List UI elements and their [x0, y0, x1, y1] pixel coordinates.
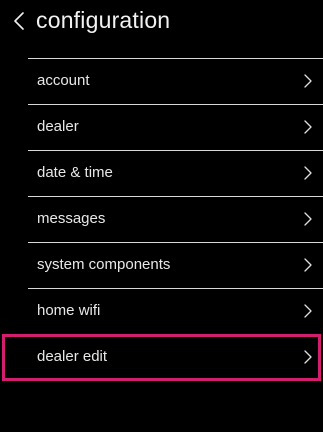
menu-item-label: home wifi: [37, 302, 101, 319]
menu-item-messages[interactable]: messages: [0, 196, 323, 242]
menu-item-date-time[interactable]: date & time: [0, 150, 323, 196]
menu-item-account[interactable]: account: [0, 58, 323, 104]
chevron-right-icon: [303, 211, 313, 227]
menu-item-label: messages: [37, 210, 106, 227]
menu-item-label: system components: [37, 256, 171, 273]
menu-item-label: dealer: [37, 118, 79, 135]
menu-item-label: date & time: [37, 164, 113, 181]
menu-item-dealer-edit[interactable]: dealer edit: [0, 334, 323, 381]
chevron-right-icon: [303, 349, 313, 365]
menu-item-label: dealer edit: [37, 348, 108, 365]
chevron-right-icon: [303, 165, 313, 181]
chevron-right-icon: [303, 73, 313, 89]
menu-item-label: account: [37, 72, 90, 89]
header: configuration: [0, 0, 323, 48]
page-title: configuration: [36, 7, 171, 33]
menu-item-dealer[interactable]: dealer: [0, 104, 323, 150]
settings-menu: account dealer date & time messages syst…: [0, 58, 323, 381]
chevron-right-icon: [303, 119, 313, 135]
chevron-right-icon: [303, 303, 313, 319]
chevron-left-icon: [13, 11, 25, 31]
menu-item-system-components[interactable]: system components: [0, 242, 323, 288]
chevron-right-icon: [303, 257, 313, 273]
menu-item-home-wifi[interactable]: home wifi: [0, 288, 323, 334]
back-button[interactable]: [8, 6, 30, 36]
